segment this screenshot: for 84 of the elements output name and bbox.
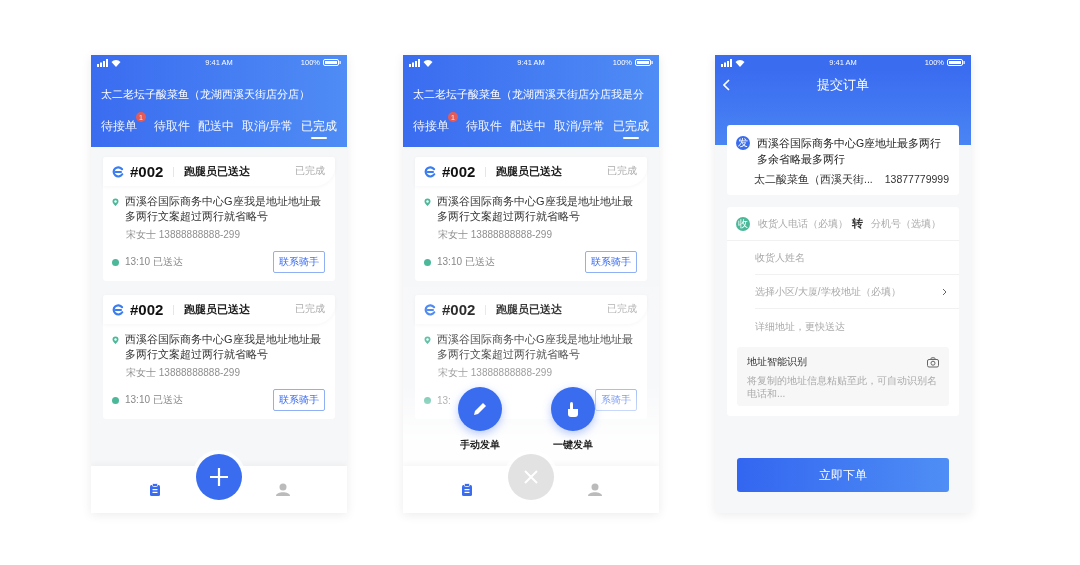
orders-tab-icon[interactable] [148,483,161,496]
order-state: 已完成 [295,165,325,178]
order-status: 跑腿员已送达 [496,302,564,317]
pencil-icon [471,401,488,417]
order-state: 已完成 [295,303,325,316]
order-logo-icon [424,303,436,316]
order-logo-icon [424,165,436,178]
order-number: #002 [442,301,476,318]
customer-contact: 宋女士 13888888888-299 [126,228,241,242]
order-state: 已完成 [607,303,637,316]
camera-icon[interactable] [927,356,939,368]
back-icon [723,79,731,91]
customer-contact: 宋女士 13888888888-299 [438,366,553,380]
battery-icon [635,59,653,66]
location-pin-icon [112,198,119,206]
location-pin-icon [424,198,431,206]
order-state: 已完成 [607,165,637,178]
location-pin-icon [112,336,119,344]
order-number: #002 [442,163,476,180]
sender-phone: 13877779999 [884,173,949,187]
status-dot-icon [424,396,431,404]
orders-tab-icon[interactable] [460,483,473,496]
input-field[interactable]: 收货人电话（必填） [758,218,844,229]
order-logo-icon [112,165,124,178]
status-dot-icon [112,396,119,404]
page-title: 提交订单 [817,76,869,94]
contact-rider-button[interactable]: 联系骑手 [273,389,325,411]
order-number: #002 [130,301,164,318]
delivery-address: 西溪谷国际商务中心G座我是地址地址最多两行文案超过两行就省略号 [437,332,634,362]
order-number: #002 [130,163,164,180]
extension-field[interactable]: 分机号（选填） [871,218,951,229]
customer-contact: 宋女士 13888888888-299 [438,228,553,242]
smart-parse-box[interactable]: 地址智能识别 将复制的地址信息粘贴至此，可自动识别名电话和... [737,347,949,406]
battery-icon [947,59,965,66]
paste-address-field[interactable]: 将复制的地址信息粘贴至此，可自动识别名电话和... [747,374,939,400]
add-button[interactable] [196,454,242,500]
input-field[interactable]: 收货人姓名 [755,252,959,263]
contact-rider-button[interactable]: 联系骑手 [585,251,637,273]
delivery-time: 13:10 已送达 [125,393,183,407]
select-field[interactable]: 选择小区/大厦/学校地址（必填） [755,286,942,297]
tab[interactable]: 取消/异常 [241,119,293,139]
tab[interactable]: 配送中 [509,119,546,139]
chevron-icon [942,287,947,296]
delivery-time: 13:10 已送达 [437,255,495,269]
status-dot-icon [424,258,431,266]
tab[interactable]: 待取件 [465,119,502,139]
submit-order-button[interactable]: 立即下单 [737,458,949,492]
delivery-address: 西溪谷国际商务中心G座我是地址地址最多两行文案超过两行就省略号 [125,194,322,224]
delivery-time: 13:10 已送达 [125,255,183,269]
signal-icon [409,58,420,67]
signal-icon [97,58,108,67]
order-status: 跑腿员已送达 [184,164,252,179]
tab[interactable]: 已完成 [612,119,649,139]
contact-rider-button[interactable]: 联系骑手 [273,251,325,273]
tab[interactable]: 取消/异常 [553,119,605,139]
plus-icon [210,468,228,486]
wifi-icon [423,58,433,67]
smart-parse-title: 地址智能识别 [747,355,807,369]
status-dot-icon [112,258,119,266]
battery-icon [323,59,341,66]
shop-title: 太二老坛子酸菜鱼（龙湖西溪天街店分店我是分 [412,87,645,102]
sender-badge: 发 [736,136,750,150]
tab[interactable]: 待取件 [153,119,190,139]
order-status: 跑腿员已送达 [184,302,252,317]
wifi-icon [111,58,121,67]
sender-name: 太二酸菜鱼（西溪天街... [754,173,873,187]
signal-icon [721,58,732,67]
sender-address: 西溪谷国际商务中心G座地址最多两行多余省略最多两行 [757,136,943,167]
close-icon [524,470,538,484]
tab[interactable]: 配送中 [197,119,234,139]
wifi-icon [735,58,745,67]
order-logo-icon [112,303,124,316]
tab[interactable]: 已完成 [300,119,337,139]
delivery-time: 13: [437,394,451,406]
contact-rider-button[interactable]: 系骑手 [595,389,637,411]
receiver-badge: 收 [736,216,750,231]
input-field[interactable]: 详细地址，更快送达 [755,320,959,332]
delivery-address: 西溪谷国际商务中心G座我是地址地址最多两行文案超过两行就省略号 [125,332,322,362]
location-pin-icon [424,336,431,344]
order-status: 跑腿员已送达 [496,164,564,179]
customer-contact: 宋女士 13888888888-299 [126,366,241,380]
shop-title: 太二老坛子酸菜鱼（龙湖西溪天街店分店） [100,87,311,102]
transfer-label: 转 [852,216,863,231]
delivery-address: 西溪谷国际商务中心G座我是地址地址最多两行文案超过两行就省略号 [437,194,634,224]
